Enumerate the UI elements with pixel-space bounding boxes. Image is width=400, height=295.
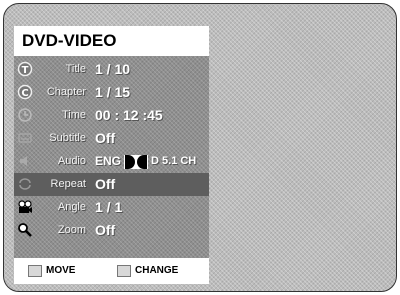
menu-item-value: ENG D 5.1 CH bbox=[95, 150, 196, 173]
menu-item-zoom[interactable]: Zoom Off bbox=[14, 219, 209, 242]
time-icon bbox=[18, 108, 32, 122]
audio-icon bbox=[20, 156, 27, 166]
menu-item-label: Zoom bbox=[57, 224, 86, 236]
menu-item-value: 00 : 12 :45 bbox=[95, 107, 163, 123]
audio-language: ENG bbox=[95, 154, 122, 168]
menu-item-value: Off bbox=[95, 176, 116, 192]
move-hint: MOVE bbox=[46, 265, 76, 276]
menu-item-value: 1 / 15 bbox=[95, 84, 131, 100]
menu-item-repeat[interactable]: Repeat Off bbox=[14, 173, 209, 196]
menu-item-title[interactable]: T Title 1 / 10 bbox=[14, 58, 209, 81]
menu-item-value: 1 / 10 bbox=[95, 61, 131, 77]
menu-item-audio[interactable]: Audio ENG D 5.1 CH bbox=[14, 150, 209, 173]
menu-item-label: Title bbox=[65, 63, 86, 75]
menu-item-label: Repeat bbox=[50, 178, 86, 190]
menu-footer: MOVE CHANGE bbox=[14, 258, 209, 284]
svg-text:T: T bbox=[22, 65, 29, 76]
zoom-icon bbox=[18, 223, 32, 237]
menu-item-time[interactable]: Time 00 : 12 :45 bbox=[14, 104, 209, 127]
change-hint: CHANGE bbox=[135, 265, 179, 276]
change-key-icon bbox=[117, 265, 131, 277]
menu-item-subtitle[interactable]: Subtitle Off bbox=[14, 127, 209, 150]
dvd-info-menu: DVD-VIDEO T Title 1 / 10 C Chapter 1 / 1… bbox=[14, 26, 209, 284]
dolby-digital-icon bbox=[124, 154, 149, 169]
svg-text:C: C bbox=[21, 88, 28, 99]
menu-item-label: Angle bbox=[57, 201, 86, 213]
menu-item-value: Off bbox=[95, 222, 116, 238]
repeat-icon bbox=[19, 178, 31, 190]
chapter-icon: C bbox=[17, 84, 33, 100]
subtitle-icon bbox=[18, 133, 32, 143]
menu-item-value: 1 / 1 bbox=[95, 199, 123, 215]
menu-item-label: Chapter bbox=[46, 86, 86, 98]
menu-item-label: Subtitle bbox=[49, 132, 86, 144]
menu-item-label: Time bbox=[61, 109, 86, 121]
menu-item-label: Audio bbox=[57, 155, 86, 167]
menu-title: DVD-VIDEO bbox=[14, 26, 209, 56]
menu-item-chapter[interactable]: C Chapter 1 / 15 bbox=[14, 81, 209, 104]
audio-format: D 5.1 CH bbox=[151, 155, 197, 167]
title-icon: T bbox=[17, 61, 33, 77]
tv-screen: DVD-VIDEO T Title 1 / 10 C Chapter 1 / 1… bbox=[3, 3, 397, 292]
menu-item-value: Off bbox=[95, 130, 116, 146]
camera-angle-icon bbox=[18, 200, 32, 213]
move-key-icon bbox=[28, 265, 42, 277]
menu-item-angle[interactable]: Angle 1 / 1 bbox=[14, 196, 209, 219]
